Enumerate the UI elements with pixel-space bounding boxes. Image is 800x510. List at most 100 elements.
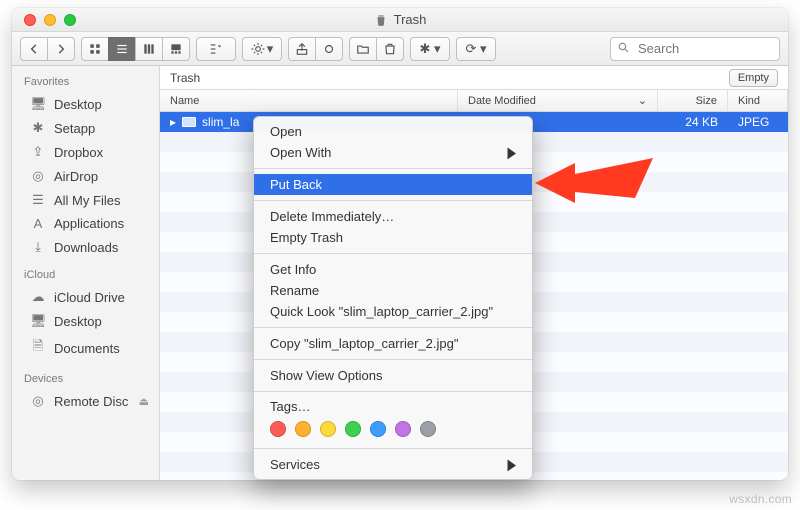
forward-button[interactable]	[47, 37, 75, 61]
delete-button[interactable]	[376, 37, 404, 61]
file-thumbnail-icon	[182, 117, 196, 127]
tag-purple[interactable]	[395, 421, 411, 437]
tag-gray[interactable]	[420, 421, 436, 437]
menu-separator	[254, 359, 532, 360]
menu-open-with[interactable]: Open With▶	[254, 142, 532, 163]
column-headers: Name Date Modified⌄ Size Kind	[160, 90, 788, 112]
path-bar: Trash Empty	[160, 66, 788, 90]
tags-button[interactable]	[315, 37, 343, 61]
menu-separator	[254, 200, 532, 201]
sidebar-item-label: All My Files	[54, 193, 120, 208]
menu-quick-look[interactable]: Quick Look "slim_laptop_carrier_2.jpg"	[254, 301, 532, 322]
empty-trash-button[interactable]: Empty	[729, 69, 778, 87]
view-mode-buttons	[81, 37, 190, 61]
action-button[interactable]: ▾	[242, 37, 282, 61]
window-controls	[12, 14, 76, 26]
menu-empty-trash[interactable]: Empty Trash	[254, 227, 532, 248]
context-menu: Open Open With▶ Put Back Delete Immediat…	[253, 116, 533, 480]
col-date[interactable]: Date Modified⌄	[458, 90, 658, 111]
menu-separator	[254, 253, 532, 254]
airdrop-icon: ◎	[30, 168, 46, 184]
menu-separator	[254, 327, 532, 328]
sidebar-item-airdrop[interactable]: ◎AirDrop	[12, 164, 159, 188]
menu-copy[interactable]: Copy "slim_laptop_carrier_2.jpg"	[254, 333, 532, 354]
setapp-icon: ✱	[30, 120, 46, 136]
sidebar-header-devices: Devices	[12, 363, 159, 389]
desktop-icon: 🖥	[30, 313, 46, 329]
sidebar-item-setapp[interactable]: ✱ Setapp	[12, 116, 159, 140]
disc-icon: ◎	[30, 393, 46, 409]
menu-open[interactable]: Open	[254, 121, 532, 142]
sidebar-item-label: Documents	[54, 341, 120, 356]
search-input[interactable]	[636, 40, 788, 57]
window-title: Trash	[12, 12, 788, 27]
menu-rename[interactable]: Rename	[254, 280, 532, 301]
share-group	[288, 37, 343, 61]
back-button[interactable]	[20, 37, 48, 61]
tag-blue[interactable]	[370, 421, 386, 437]
gallery-view-button[interactable]	[162, 37, 190, 61]
all-files-icon: ☰	[30, 192, 46, 208]
menu-services[interactable]: Services▶	[254, 454, 532, 475]
menu-delete-immediately[interactable]: Delete Immediately…	[254, 206, 532, 227]
sort-indicator-icon: ⌄	[638, 94, 647, 107]
sidebar-item-label: Remote Disc	[54, 394, 128, 409]
column-view-button[interactable]	[135, 37, 163, 61]
menu-get-info[interactable]: Get Info	[254, 259, 532, 280]
submenu-arrow-icon: ▶	[508, 455, 516, 473]
col-name[interactable]: Name	[160, 90, 458, 111]
close-window-button[interactable]	[24, 14, 36, 26]
minimize-window-button[interactable]	[44, 14, 56, 26]
sidebar-header-icloud: iCloud	[12, 259, 159, 285]
file-kind: JPEG	[728, 115, 788, 129]
nav-buttons	[20, 37, 75, 61]
new-folder-button[interactable]	[349, 37, 377, 61]
quick-actions	[349, 37, 404, 61]
search-field[interactable]	[610, 37, 780, 61]
sidebar-item-desktop[interactable]: 🖥Desktop	[12, 92, 159, 116]
icon-view-button[interactable]	[81, 37, 109, 61]
downloads-icon: ⤓	[30, 239, 46, 255]
sidebar-item-downloads[interactable]: ⤓Downloads	[12, 235, 159, 259]
sidebar-item-documents[interactable]: 🗎 Documents	[12, 333, 159, 363]
col-kind[interactable]: Kind	[728, 90, 788, 111]
location-label: Trash	[170, 71, 200, 85]
sidebar-item-allmyfiles[interactable]: ☰ All My Files	[12, 188, 159, 212]
sidebar-item-dropbox[interactable]: ⇪ Dropbox	[12, 140, 159, 164]
sidebar-item-iclouddrive[interactable]: ☁iCloud Drive	[12, 285, 159, 309]
search-icon	[617, 41, 630, 57]
col-size[interactable]: Size	[658, 90, 728, 111]
sidebar-item-applications[interactable]: A Applications	[12, 212, 159, 235]
desktop-icon: 🖥	[30, 96, 46, 112]
list-view-button[interactable]	[108, 37, 136, 61]
menu-show-view-options[interactable]: Show View Options	[254, 365, 532, 386]
fullscreen-window-button[interactable]	[64, 14, 76, 26]
cloud-icon: ☁	[30, 289, 46, 305]
arrange-button[interactable]	[196, 37, 236, 61]
menu-separator	[254, 448, 532, 449]
window-title-text: Trash	[394, 12, 427, 27]
applications-icon: A	[30, 216, 46, 231]
menu-put-back[interactable]: Put Back	[254, 174, 532, 195]
toolbar: ▾ ✱ ▾ ⟳ ▾	[12, 32, 788, 66]
sidebar-item-remotedisc[interactable]: ◎ Remote Disc	[12, 389, 159, 413]
share-button[interactable]	[288, 37, 316, 61]
sidebar-item-label: Setapp	[54, 121, 95, 136]
watermark: wsxdn.com	[729, 492, 792, 506]
sidebar: Favorites 🖥Desktop ✱Setapp ⇪Dropbox ◎Air…	[12, 66, 160, 480]
trash-icon	[374, 13, 388, 27]
dropbox-toolbar-button[interactable]: ✱ ▾	[410, 37, 450, 61]
menu-separator	[254, 168, 532, 169]
sidebar-item-desktop-icloud[interactable]: 🖥 Desktop	[12, 309, 159, 333]
dropbox-icon: ⇪	[30, 144, 46, 160]
sync-toolbar-button[interactable]: ⟳ ▾	[456, 37, 496, 61]
tag-yellow[interactable]	[320, 421, 336, 437]
tag-orange[interactable]	[295, 421, 311, 437]
sidebar-item-label: Desktop	[54, 314, 102, 329]
sidebar-item-label: Dropbox	[54, 145, 103, 160]
tag-green[interactable]	[345, 421, 361, 437]
tag-red[interactable]	[270, 421, 286, 437]
documents-icon: 🗎	[30, 337, 46, 359]
submenu-arrow-icon: ▶	[508, 143, 516, 161]
sidebar-item-label: Applications	[54, 216, 124, 231]
